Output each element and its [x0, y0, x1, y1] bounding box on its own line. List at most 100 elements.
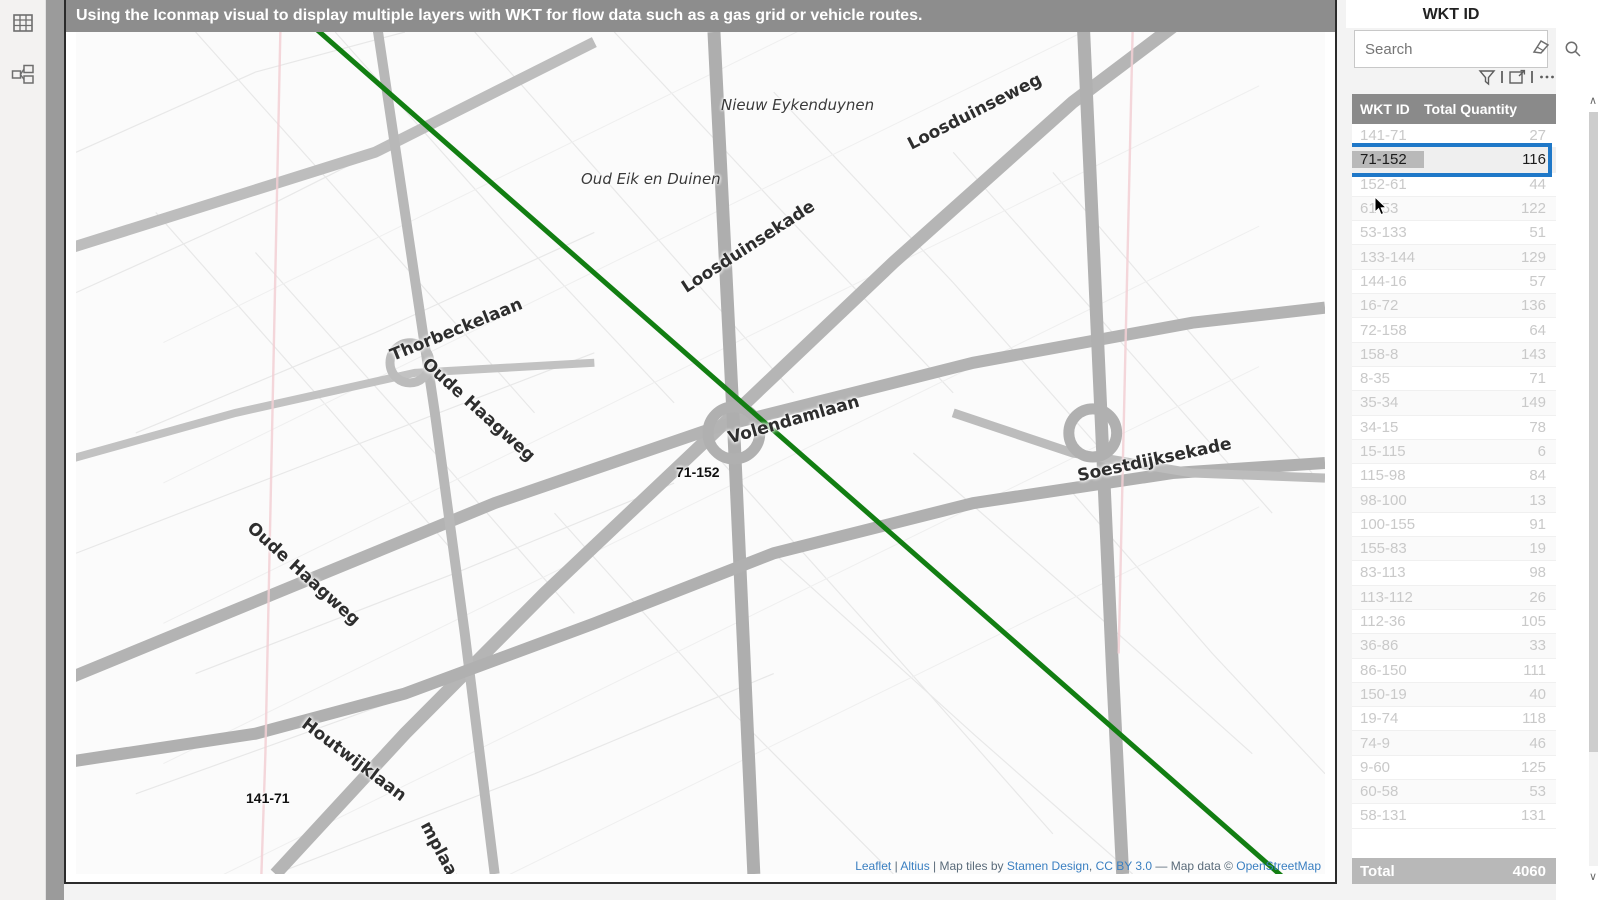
cell-total-quantity: 78 [1529, 418, 1546, 436]
table-row[interactable]: 74-9 46 [1352, 731, 1556, 756]
filter-icon[interactable] [1478, 67, 1496, 87]
total-value: 4060 [1512, 862, 1546, 880]
cell-wkt-id: 16-72 [1360, 297, 1399, 315]
cell-total-quantity: 131 [1520, 807, 1546, 825]
attribution-altius-link[interactable]: Altius [900, 859, 929, 873]
table-row[interactable]: 34-15 78 [1352, 416, 1556, 440]
attribution-text-mid: | Map tiles by [929, 859, 1007, 873]
focus-mode-icon[interactable] [1508, 67, 1526, 87]
table-row[interactable]: 100-155 91 [1352, 513, 1556, 538]
cell-wkt-id: 141-71 [1360, 127, 1407, 145]
table-row[interactable]: 61-53 122 [1352, 196, 1556, 222]
cell-wkt-id: 9-60 [1360, 758, 1391, 776]
map-visual[interactable]: Nieuw Eykenduynen Oud Eik en Duinen Loos… [76, 32, 1325, 874]
cell-total-quantity: 118 [1522, 710, 1546, 728]
cell-total-quantity: 64 [1529, 321, 1546, 339]
wkt-table-visual[interactable]: WKT ID Total Quantity 141-71 27 71-152 116 1… [1352, 94, 1556, 884]
cell-total-quantity: 51 [1529, 224, 1546, 242]
table-row[interactable]: 158-8 143 [1352, 342, 1556, 367]
table-row[interactable]: 86-150 111 [1352, 659, 1556, 683]
cell-wkt-id: 72-158 [1360, 321, 1407, 339]
slicer-search[interactable] [1354, 30, 1581, 68]
map-canvas [76, 32, 1325, 874]
table-row[interactable]: 35-34 149 [1352, 391, 1556, 416]
toolbar-separator [1501, 71, 1503, 83]
table-row[interactable]: 98-100 13 [1352, 488, 1556, 513]
app-root: Using the Iconmap visual to display mult… [0, 0, 1600, 900]
table-row[interactable]: 141-71 27 [1352, 124, 1556, 149]
table-row[interactable]: 53-133 51 [1352, 221, 1556, 246]
table-row[interactable]: 112-36 105 [1352, 610, 1556, 635]
cell-wkt-id: 144-16 [1360, 272, 1407, 290]
attribution-stamen-link[interactable]: Stamen Design [1007, 859, 1089, 873]
table-row[interactable]: 9-60 125 [1352, 756, 1556, 781]
attribution-sep: | [891, 859, 901, 873]
attribution-osm-link[interactable]: OpenStreetMap [1236, 859, 1321, 873]
cell-total-quantity: 40 [1529, 685, 1546, 703]
left-rail [0, 0, 46, 900]
cell-wkt-id: 15-115 [1360, 443, 1406, 460]
cell-wkt-id: 113-112 [1360, 588, 1413, 606]
scrollbar-thumb[interactable] [1589, 112, 1598, 752]
table-row[interactable]: 150-19 40 [1352, 682, 1556, 708]
cell-total-quantity: 91 [1529, 515, 1546, 533]
column-header-wkt-id[interactable]: WKT ID [1352, 101, 1424, 117]
cell-total-quantity: 111 [1523, 661, 1546, 679]
cell-total-quantity: 26 [1529, 588, 1546, 606]
table-row[interactable]: 19-74 118 [1352, 707, 1556, 732]
table-row[interactable]: 60-58 53 [1352, 780, 1556, 805]
canvas-bottom-strip [64, 884, 1337, 900]
total-label: Total [1360, 862, 1395, 880]
table-scrollbar[interactable]: ∧ ∨ [1586, 94, 1600, 884]
cell-wkt-id: 60-58 [1360, 783, 1399, 801]
cell-wkt-id: 74-9 [1360, 734, 1391, 752]
table-row[interactable]: 36-86 33 [1352, 634, 1556, 659]
scroll-down-arrow[interactable]: ∨ [1589, 870, 1597, 884]
table-row[interactable]: 83-113 98 [1352, 561, 1556, 586]
column-header-total-quantity[interactable]: Total Quantity [1424, 101, 1556, 117]
attribution-leaflet-link[interactable]: Leaflet [855, 859, 891, 873]
cell-total-quantity: 27 [1529, 127, 1546, 145]
scroll-up-arrow[interactable]: ∧ [1589, 94, 1597, 108]
cell-wkt-id: 19-74 [1360, 710, 1399, 728]
map-attribution: Leaflet | Altius | Map tiles by Stamen D… [855, 859, 1321, 873]
cell-wkt-id: 100-155 [1360, 515, 1416, 533]
table-row[interactable]: 15-115 6 [1352, 439, 1556, 465]
cell-wkt-id: 8-35 [1360, 370, 1391, 388]
cell-total-quantity: 149 [1520, 394, 1546, 412]
table-row[interactable]: 8-35 71 [1352, 367, 1556, 392]
cell-total-quantity: 143 [1520, 345, 1546, 363]
cell-total-quantity: 125 [1520, 758, 1546, 776]
cell-total-quantity: 53 [1529, 783, 1546, 801]
slicer-title: WKT ID [1346, 0, 1556, 28]
model-view-icon[interactable] [8, 60, 38, 90]
cell-wkt-id: 58-131 [1360, 807, 1407, 825]
cell-total-quantity: 116 [1522, 151, 1546, 169]
attribution-license-link[interactable]: CC BY 3.0 [1096, 859, 1152, 873]
cell-wkt-id: 71-152 [1352, 151, 1424, 169]
table-row[interactable]: 115-98 84 [1352, 464, 1556, 489]
table-row[interactable]: 72-158 64 [1352, 318, 1556, 343]
cell-total-quantity: 6 [1537, 443, 1546, 460]
more-options-icon[interactable] [1538, 67, 1556, 87]
table-row[interactable]: 16-72 136 [1352, 294, 1556, 319]
table-row[interactable]: 155-83 19 [1352, 537, 1556, 562]
table-header-row: WKT ID Total Quantity [1352, 94, 1556, 124]
data-view-icon[interactable] [8, 8, 38, 38]
cell-wkt-id: 86-150 [1360, 661, 1407, 679]
cell-wkt-id: 83-113 [1360, 564, 1406, 582]
table-row[interactable]: 133-144 129 [1352, 245, 1556, 270]
table-row[interactable]: 113-112 26 [1352, 585, 1556, 610]
cell-wkt-id: 155-83 [1360, 540, 1407, 558]
eraser-icon[interactable] [1528, 36, 1554, 58]
search-icon[interactable] [1564, 40, 1582, 58]
table-row[interactable]: 152-61 44 [1352, 173, 1556, 197]
cell-total-quantity: 129 [1520, 248, 1546, 266]
cell-wkt-id: 150-19 [1360, 685, 1407, 703]
cell-total-quantity: 105 [1520, 613, 1546, 631]
table-row[interactable]: 58-131 131 [1352, 804, 1556, 829]
table-row[interactable]: 144-16 57 [1352, 270, 1556, 295]
cell-wkt-id: 35-34 [1360, 394, 1399, 412]
table-row[interactable]: 71-152 116 [1352, 148, 1556, 173]
visual-header-toolbar [1478, 66, 1556, 88]
